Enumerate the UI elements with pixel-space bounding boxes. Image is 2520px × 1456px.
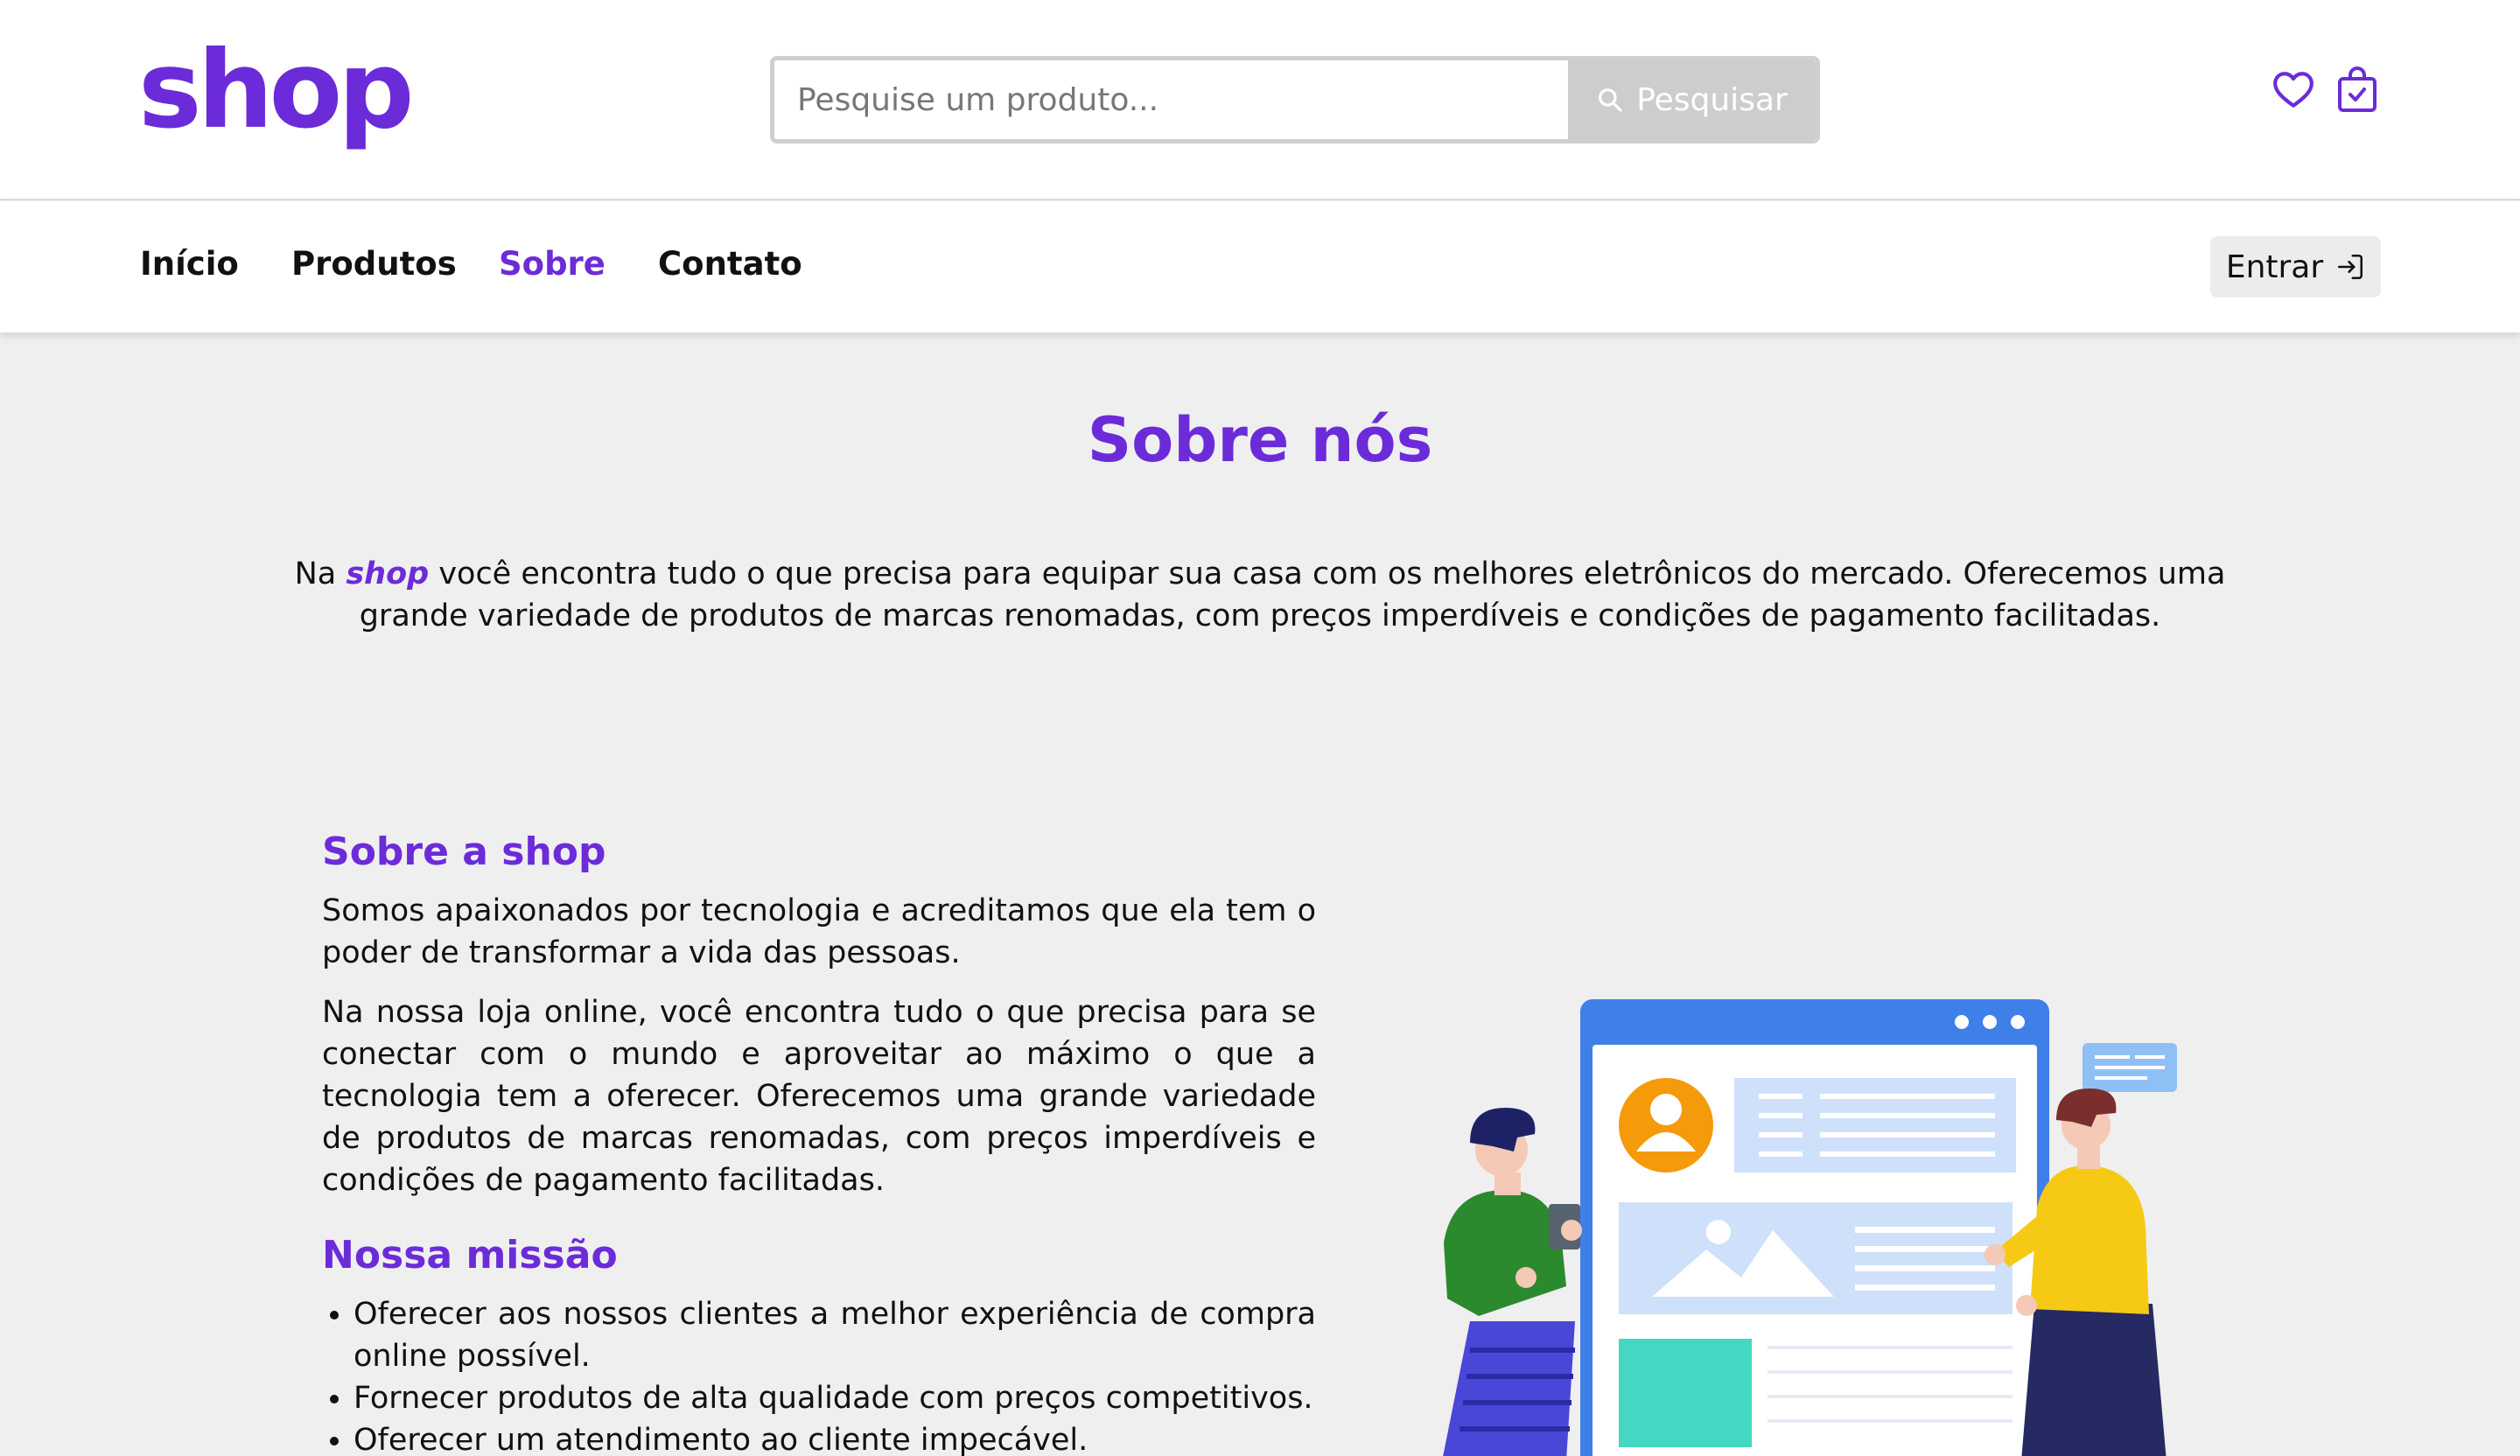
mission-item: Fornecer produtos de alta qualidade com … bbox=[354, 1377, 1316, 1419]
search-input[interactable] bbox=[774, 60, 1568, 139]
about-paragraph: Somos apaixonados por tecnologia e acred… bbox=[322, 893, 1316, 970]
mission-item: Oferecer um atendimento ao cliente impec… bbox=[354, 1419, 1316, 1456]
mission-item: Oferecer aos nossos clientes a melhor ex… bbox=[354, 1293, 1316, 1377]
team-illustration bbox=[1443, 999, 2177, 1456]
intro-body: você encontra tudo o que precisa para eq… bbox=[359, 556, 2226, 634]
intro-text: Na shop você encontra tudo o que precisa… bbox=[262, 553, 2258, 637]
search-icon bbox=[1599, 88, 1622, 112]
mission-heading: Nossa missão bbox=[322, 1233, 618, 1278]
search-bar: Pesquisar bbox=[770, 56, 1820, 144]
login-button[interactable]: Entrar bbox=[2210, 236, 2381, 298]
logo[interactable]: shop bbox=[138, 37, 415, 144]
about-heading: Sobre a shop bbox=[322, 830, 606, 874]
phone-screen-illustration bbox=[1580, 999, 2049, 1456]
page-title: Sobre nós bbox=[1087, 404, 1433, 476]
about-section: Sobre a shop Somos apaixonados por tecno… bbox=[322, 830, 1316, 1456]
login-icon bbox=[2338, 254, 2363, 280]
nav-item-produtos[interactable]: Produtos bbox=[291, 245, 457, 283]
main-nav: Início Produtos Sobre Contato Entrar bbox=[0, 201, 2520, 332]
login-button-label: Entrar bbox=[2225, 248, 2324, 285]
nav-item-contato[interactable]: Contato bbox=[658, 245, 802, 283]
nav-item-inicio[interactable]: Início bbox=[140, 245, 239, 283]
shopping-bag-icon[interactable] bbox=[2336, 65, 2378, 114]
nav-item-sobre[interactable]: Sobre bbox=[499, 245, 606, 283]
mission-list: Oferecer aos nossos clientes a melhor ex… bbox=[322, 1293, 1316, 1456]
intro-brand: shop bbox=[346, 556, 430, 592]
top-header: shop Pesquisar bbox=[0, 0, 2520, 200]
heart-icon[interactable] bbox=[2272, 68, 2315, 112]
person-left-illustration bbox=[1443, 1108, 1582, 1456]
about-paragraph: Na nossa loja online, você encontra tudo… bbox=[322, 995, 1316, 1198]
search-button[interactable]: Pesquisar bbox=[1568, 60, 1816, 139]
search-button-label: Pesquisar bbox=[1636, 81, 1788, 118]
intro-prefix: Na bbox=[294, 556, 346, 592]
